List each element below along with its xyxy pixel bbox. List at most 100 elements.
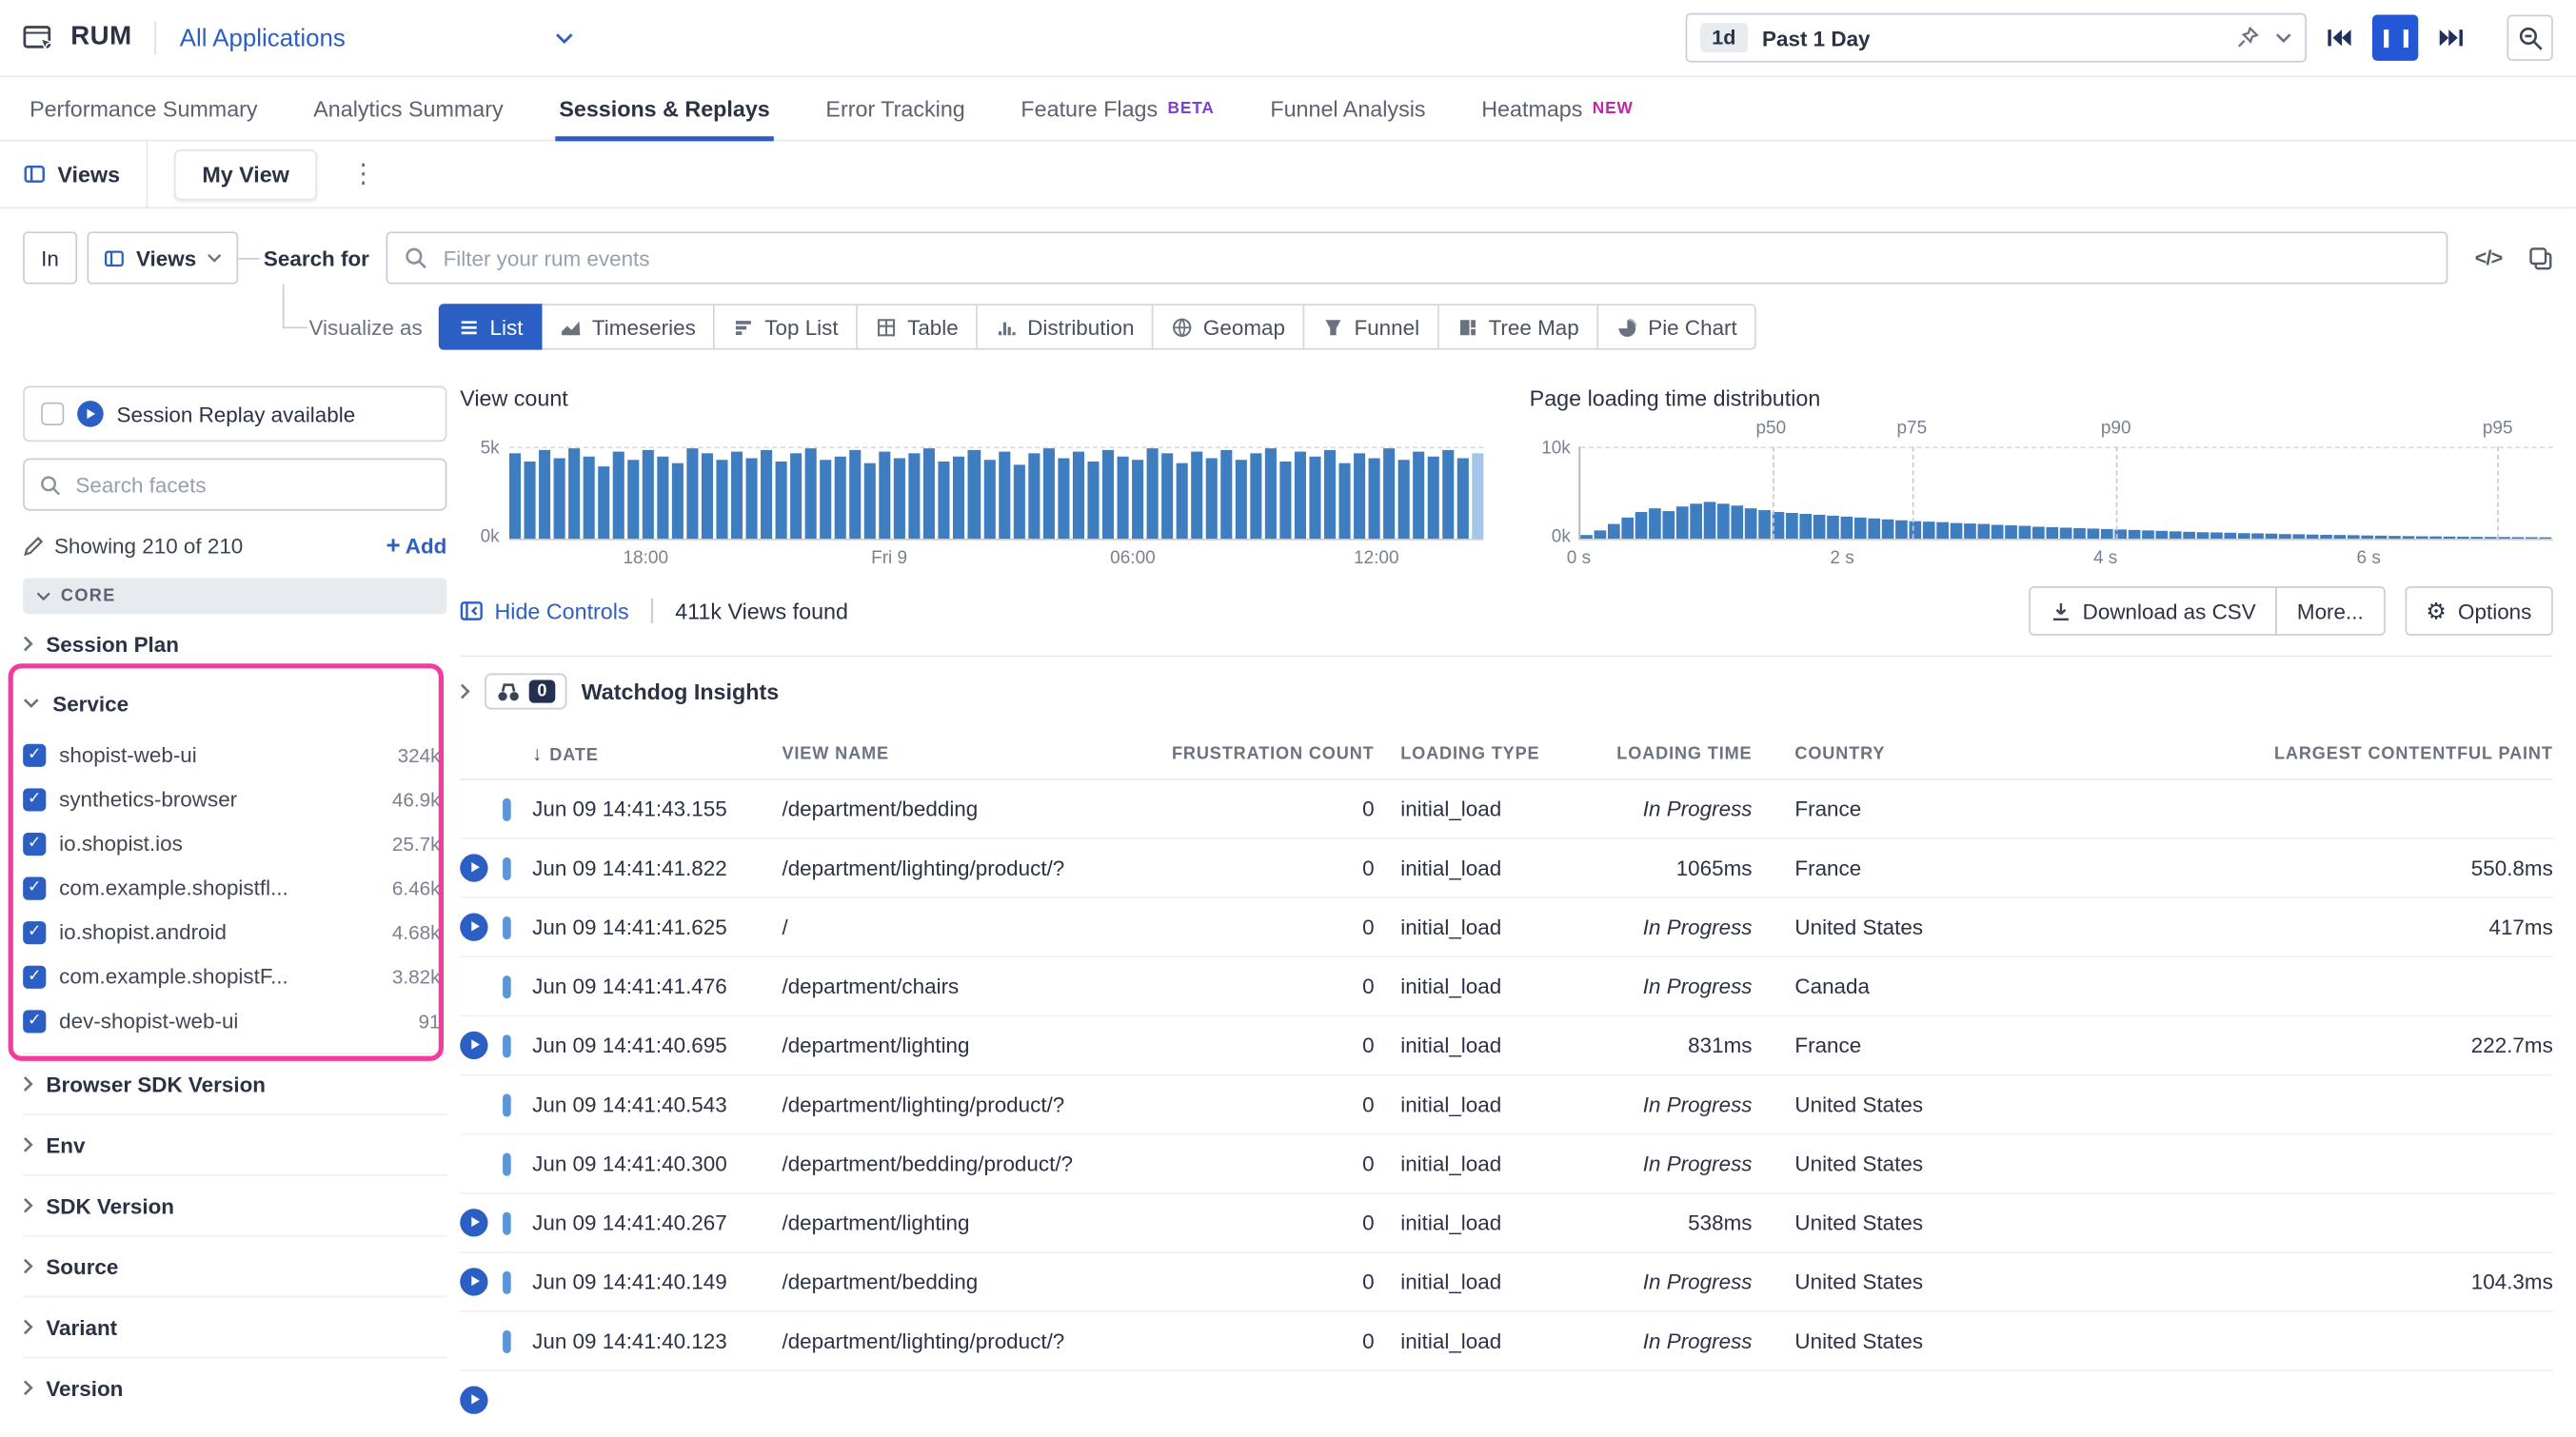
add-facet-button[interactable]: +Add [386,533,446,558]
nav-tab[interactable]: Error Tracking [825,77,964,140]
search-in-label[interactable]: In [23,231,77,284]
table-row[interactable]: Jun 09 14:41:40.149 /department/bedding … [460,1253,2553,1312]
my-view-tab[interactable]: My View [174,148,317,199]
core-section-toggle[interactable]: CORE [23,578,446,614]
session-replay-checkbox[interactable] [41,403,64,425]
visualize-option[interactable]: Top List [714,304,859,349]
x-axis-tick: Fri 9 [871,548,907,568]
search-input-container [386,231,2448,284]
nav-tab[interactable]: Performance Summary [30,77,258,140]
pause-button[interactable] [2372,15,2418,61]
facet-checkbox[interactable] [23,965,46,988]
facet-checkbox[interactable] [23,876,46,899]
table-row[interactable]: Jun 09 14:41:41.476 /department/chairs 0… [460,957,2553,1016]
visualize-option[interactable]: Geomap [1152,304,1304,349]
zoom-out-button[interactable] [2507,15,2553,61]
facet-toggle[interactable]: Variant [23,1296,446,1357]
application-selector[interactable]: All Applications [180,24,574,51]
replay-play-button[interactable] [460,914,487,941]
facet-toggle[interactable]: Source [23,1235,446,1296]
replay-play-button[interactable] [460,1209,487,1236]
facet-value-row[interactable]: io.shopist.android 4.68k [23,910,446,955]
facet-value-row[interactable]: shopist-web-ui 324k [23,733,446,778]
column-header-frustration-count[interactable]: FRUSTRATION COUNT [1160,744,1374,764]
visualize-option-label: Timeseries [592,314,696,339]
search-scope-selector[interactable]: Views [87,231,239,284]
column-header-date[interactable]: ↓DATE [532,742,782,765]
nav-tab[interactable]: Feature Flags BETA [1020,77,1214,140]
visualize-option[interactable]: Distribution [977,304,1154,349]
replay-play-button[interactable] [460,1032,487,1059]
visualize-option[interactable]: Funnel [1303,304,1439,349]
facet-checkbox[interactable] [23,832,46,855]
skip-back-button[interactable] [2316,15,2362,61]
visualize-option[interactable]: Tree Map [1437,304,1598,349]
facet-value-row[interactable]: synthetics-browser 46.9k [23,777,446,821]
chevron-right-icon [23,1197,32,1213]
visualize-option[interactable]: Pie Chart [1597,304,1757,349]
table-row[interactable] [460,1371,2553,1428]
column-header-country[interactable]: COUNTRY [1794,744,2041,764]
column-header-lcp[interactable]: LARGEST CONTENTFUL PAINT [2041,744,2553,764]
table-row[interactable]: Jun 09 14:41:40.267 /department/lighting… [460,1194,2553,1253]
facet-toggle[interactable]: Session Plan [23,614,446,673]
facet-toggle[interactable]: SDK Version [23,1174,446,1235]
table-row[interactable]: Jun 09 14:41:41.822 /department/lighting… [460,839,2553,898]
session-replay-filter[interactable]: Session Replay available [23,386,446,443]
chevron-down-icon [23,698,39,707]
chevron-down-icon[interactable] [2275,33,2291,43]
facet-value-row[interactable]: io.shopist.ios 25.7k [23,821,446,866]
facet-value-label: synthetics-browser [59,787,379,812]
copy-icon[interactable] [2528,246,2553,270]
views-button[interactable]: Views [23,162,146,187]
pencil-icon[interactable] [23,535,44,556]
visualize-option[interactable]: Timeseries [541,304,715,349]
options-button[interactable]: ⚙ Options [2405,586,2553,636]
pin-icon[interactable] [2236,27,2259,49]
watchdog-insights-toggle[interactable]: 0 Watchdog Insights [460,656,2553,726]
nav-tab[interactable]: Analytics Summary [313,77,503,140]
column-header-loading-type[interactable]: LOADING TYPE [1400,744,1601,764]
replay-play-button[interactable] [460,1387,487,1414]
view-count-bar [554,458,565,539]
facet-value-row[interactable]: com.example.shopistF... 3.82k [23,955,446,999]
replay-play-button[interactable] [460,1268,487,1295]
table-row[interactable]: Jun 09 14:41:40.695 /department/lighting… [460,1016,2553,1075]
facet-value-row[interactable]: dev-shopist-web-ui 91 [23,998,446,1043]
rum-search-input[interactable] [440,244,2430,271]
view-count-bar [1220,450,1232,539]
facet-toggle[interactable]: Version [23,1356,446,1417]
facet-checkbox[interactable] [23,1009,46,1032]
download-csv-button[interactable]: Download as CSV [2029,586,2277,636]
facet-search-input[interactable] [72,470,430,498]
facet-checkbox[interactable] [23,743,46,766]
nav-tab[interactable]: Heatmaps NEW [1481,77,1633,140]
facet-checkbox[interactable] [23,920,46,943]
table-actions: Download as CSV More... ⚙ Options [2029,586,2553,636]
more-options-icon[interactable]: ⋮ [340,158,386,191]
time-range-chip[interactable]: 1d [1700,23,1747,52]
column-header-loading-time[interactable]: LOADING TIME [1601,744,1753,764]
table-row[interactable]: Jun 09 14:41:41.625 / 0 initial_load In … [460,898,2553,957]
table-row[interactable]: Jun 09 14:41:40.123 /department/lighting… [460,1312,2553,1371]
replay-play-button[interactable] [460,854,487,881]
time-range-picker[interactable]: 1d Past 1 Day [1686,13,2307,63]
visualize-option[interactable]: Table [857,304,979,349]
nav-tab[interactable]: Funnel Analysis [1270,77,1425,140]
facet-toggle[interactable]: Browser SDK Version [23,1053,446,1113]
skip-forward-button[interactable] [2428,15,2474,61]
code-view-icon[interactable]: </> [2475,246,2503,269]
column-header-view-name[interactable]: VIEW NAME [782,744,1160,764]
more-button[interactable]: More... [2275,586,2385,636]
nav-tab[interactable]: Sessions & Replays [559,77,769,140]
facet-checkbox[interactable] [23,788,46,811]
facet-toggle-service[interactable]: Service [23,674,446,733]
table-row[interactable]: Jun 09 14:41:40.300 /department/bedding/… [460,1135,2553,1194]
table-row[interactable]: Jun 09 14:41:40.543 /department/lighting… [460,1075,2553,1134]
facet-value-row[interactable]: com.example.shopistfl... 6.46k [23,865,446,910]
session-indicator-icon [503,797,511,820]
facet-toggle[interactable]: Env [23,1113,446,1174]
visualize-option[interactable]: List [439,304,543,349]
hide-controls-button[interactable]: Hide Controls [460,599,628,623]
table-row[interactable]: Jun 09 14:41:43.155 /department/bedding … [460,780,2553,839]
